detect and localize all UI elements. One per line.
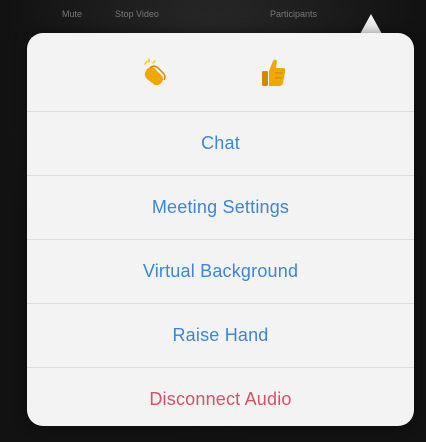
thumbs-up-icon[interactable] <box>255 55 291 91</box>
meeting-screen: Mute Stop Video Participants Chat Meetin… <box>0 0 426 442</box>
more-options-popover: Chat Meeting Settings Virtual Background… <box>27 33 414 426</box>
stop-video-button[interactable]: Stop Video <box>115 9 159 19</box>
participants-button[interactable]: Participants <box>270 9 317 19</box>
chat-menu-item[interactable]: Chat <box>27 112 414 176</box>
reactions-row <box>27 33 414 112</box>
disconnect-audio-menu-item[interactable]: Disconnect Audio <box>27 368 414 426</box>
mute-button[interactable]: Mute <box>62 9 82 19</box>
clap-icon[interactable] <box>135 55 171 91</box>
raise-hand-menu-item[interactable]: Raise Hand <box>27 304 414 368</box>
meeting-settings-menu-item[interactable]: Meeting Settings <box>27 176 414 240</box>
popover-caret <box>360 14 382 34</box>
virtual-background-menu-item[interactable]: Virtual Background <box>27 240 414 304</box>
